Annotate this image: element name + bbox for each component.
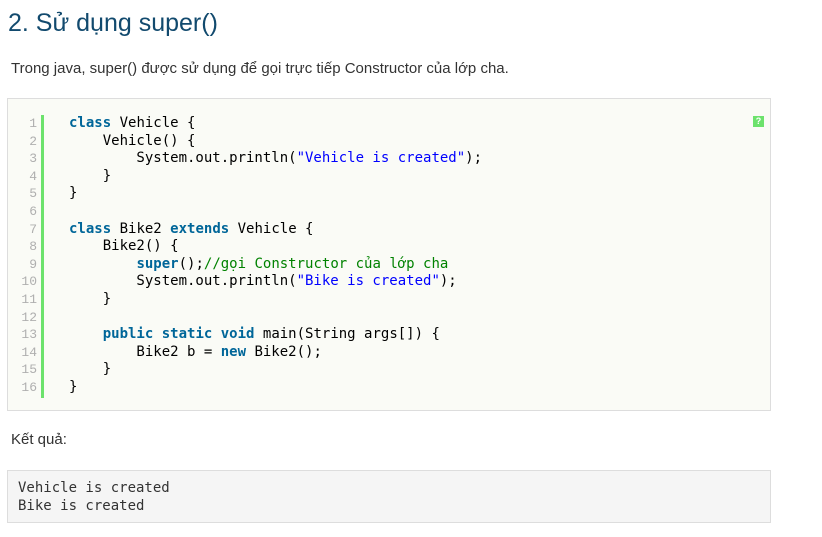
code-line: class Bike2 extends Vehicle { — [69, 221, 482, 239]
result-label: Kết quả: — [11, 431, 67, 448]
code-line: } — [69, 168, 482, 186]
code-keyword: static — [161, 326, 213, 343]
code-line: public static void main(String args[]) { — [69, 326, 482, 344]
code-keyword: class — [69, 220, 112, 237]
code-line: Vehicle() { — [69, 133, 482, 151]
code-text: (); — [178, 255, 204, 272]
output-line: Bike is created — [18, 498, 145, 514]
code-line: } — [69, 185, 482, 203]
code-text: Bike2 — [111, 220, 171, 237]
code-line: super();//gọi Constructor của lớp cha — [69, 256, 482, 274]
code-string: "Bike is created" — [296, 273, 440, 290]
code-text: } — [69, 378, 78, 395]
code-line: } — [69, 361, 482, 379]
section-heading: 2. Sử dụng super() — [8, 9, 218, 37]
code-text: Vehicle() { — [69, 132, 196, 149]
code-text: Bike2 b = — [69, 343, 221, 360]
output-content: Vehicle is created Bike is created — [18, 479, 170, 515]
code-text: System.out.println( — [69, 150, 297, 167]
code-text: main(String args[]) { — [254, 326, 440, 343]
code-keyword: super — [136, 255, 179, 272]
code-line: System.out.println("Bike is created"); — [69, 273, 482, 291]
code-keyword: new — [220, 343, 247, 360]
code-line: Bike2 b = new Bike2(); — [69, 344, 482, 362]
code-keyword: class — [69, 115, 112, 131]
code-text: System.out.println( — [69, 273, 297, 290]
code-line: System.out.println("Vehicle is created")… — [69, 150, 482, 168]
code-line: class Vehicle { — [69, 115, 482, 133]
code-text: ); — [465, 150, 483, 167]
code-text: } — [69, 167, 112, 184]
code-text: Vehicle { — [111, 115, 196, 131]
code-content: class Vehicle { Vehicle() { System.out.p… — [69, 115, 482, 397]
code-text: Vehicle { — [229, 220, 314, 237]
code-keyword: extends — [170, 220, 230, 237]
code-text: } — [69, 361, 112, 378]
gutter-bar — [41, 115, 44, 398]
output-line: Vehicle is created — [18, 480, 170, 496]
code-keyword: void — [220, 326, 255, 343]
code-keyword: public — [102, 326, 154, 343]
intro-text: Trong java, super() được sử dụng để gọi … — [11, 60, 509, 77]
code-text: Bike2() { — [69, 238, 179, 255]
code-string: "Vehicle is created" — [296, 150, 466, 167]
code-line: Bike2() { — [69, 238, 482, 256]
code-line: } — [69, 379, 482, 397]
line-number-gutter: 1 2 3 4 5 6 7 8 9 10 11 12 13 14 15 16 — [20, 115, 44, 398]
code-line: } — [69, 291, 482, 309]
code-text: } — [69, 185, 78, 202]
code-text: } — [69, 290, 112, 307]
code-text: ); — [439, 273, 457, 290]
code-comment: //gọi Constructor của lớp cha — [203, 255, 449, 272]
help-icon[interactable]: ? — [753, 116, 764, 127]
code-text: Bike2(); — [246, 343, 322, 360]
